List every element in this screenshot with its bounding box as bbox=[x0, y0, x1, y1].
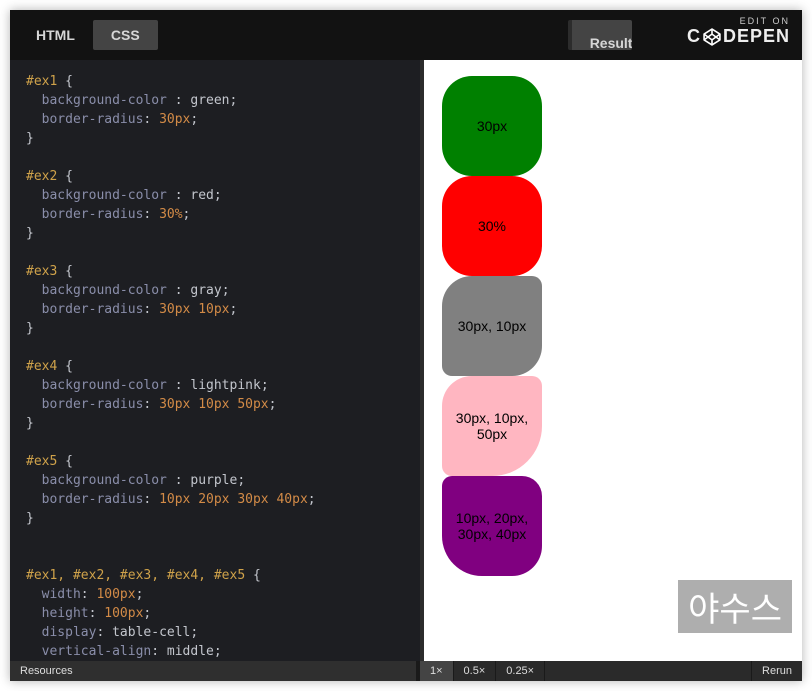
topbar: HTML CSS Result EDIT ON C DEPEN bbox=[10, 10, 802, 60]
zoom-05x[interactable]: 0.5× bbox=[454, 661, 497, 681]
brand-text-a: C bbox=[687, 26, 701, 47]
resources-button[interactable]: Resources bbox=[10, 661, 420, 681]
val: middle bbox=[167, 644, 214, 659]
tab-result[interactable]: Result bbox=[568, 20, 633, 50]
zoom-025x[interactable]: 0.25× bbox=[496, 661, 545, 681]
val: gray bbox=[190, 283, 221, 298]
codepen-embed: HTML CSS Result EDIT ON C DEPEN #ex1 { bbox=[10, 10, 802, 681]
prop: vertical-align bbox=[42, 644, 152, 659]
prop: border-radius bbox=[42, 207, 144, 222]
prop: border-radius bbox=[42, 112, 144, 127]
tab-css[interactable]: CSS bbox=[93, 20, 158, 50]
result-pane[interactable]: 30px 30% 30px, 10px 30px, 10px, 50px 10p… bbox=[420, 60, 802, 661]
example-box-ex1: 30px bbox=[442, 76, 542, 176]
selector: #ex1 bbox=[26, 74, 57, 89]
tab-html[interactable]: HTML bbox=[18, 20, 93, 50]
example-box-ex5: 10px, 20px, 30px, 40px bbox=[442, 476, 542, 576]
edit-on-label: EDIT ON bbox=[687, 16, 790, 26]
zoom-1x[interactable]: 1× bbox=[420, 661, 454, 681]
val: red bbox=[190, 188, 213, 203]
codepen-logo[interactable]: EDIT ON C DEPEN bbox=[687, 16, 790, 47]
prop: background-color bbox=[42, 283, 167, 298]
codepen-icon bbox=[703, 28, 721, 46]
val: 30% bbox=[159, 207, 182, 222]
prop: border-radius bbox=[42, 492, 144, 507]
val: table-cell bbox=[112, 625, 190, 640]
selector: #ex1, #ex2, #ex3, #ex4, #ex5 bbox=[26, 568, 245, 583]
selector: #ex2 bbox=[26, 169, 57, 184]
val: 30px bbox=[159, 112, 190, 127]
val: lightpink bbox=[190, 378, 260, 393]
prop: background-color bbox=[42, 378, 167, 393]
selector: #ex5 bbox=[26, 454, 57, 469]
footer: Resources 1× 0.5× 0.25× Rerun bbox=[10, 661, 802, 681]
prop: border-radius bbox=[42, 397, 144, 412]
example-box-ex2: 30% bbox=[442, 176, 542, 276]
prop: display bbox=[42, 625, 97, 640]
rerun-button[interactable]: Rerun bbox=[751, 661, 802, 681]
val: 30px 10px 50px bbox=[159, 397, 269, 412]
split-view: #ex1 { background-color : green; border-… bbox=[10, 60, 802, 661]
val: 100px bbox=[96, 587, 135, 602]
val: 10px 20px 30px 40px bbox=[159, 492, 308, 507]
zoom-controls: 1× 0.5× 0.25× bbox=[420, 661, 545, 681]
example-box-ex4: 30px, 10px, 50px bbox=[442, 376, 542, 476]
prop: background-color bbox=[42, 473, 167, 488]
selector: #ex3 bbox=[26, 264, 57, 279]
prop: background-color bbox=[42, 93, 167, 108]
prop: height bbox=[42, 606, 89, 621]
css-editor[interactable]: #ex1 { background-color : green; border-… bbox=[10, 60, 420, 661]
prop: border-radius bbox=[42, 302, 144, 317]
watermark: 야수스 bbox=[678, 580, 792, 633]
example-box-ex3: 30px, 10px bbox=[442, 276, 542, 376]
prop: background-color bbox=[42, 188, 167, 203]
selector: #ex4 bbox=[26, 359, 57, 374]
prop: width bbox=[42, 587, 81, 602]
val: purple bbox=[190, 473, 237, 488]
val: 100px bbox=[104, 606, 143, 621]
val: green bbox=[190, 93, 229, 108]
brand-text-b: DEPEN bbox=[723, 26, 790, 47]
val: 30px 10px bbox=[159, 302, 229, 317]
